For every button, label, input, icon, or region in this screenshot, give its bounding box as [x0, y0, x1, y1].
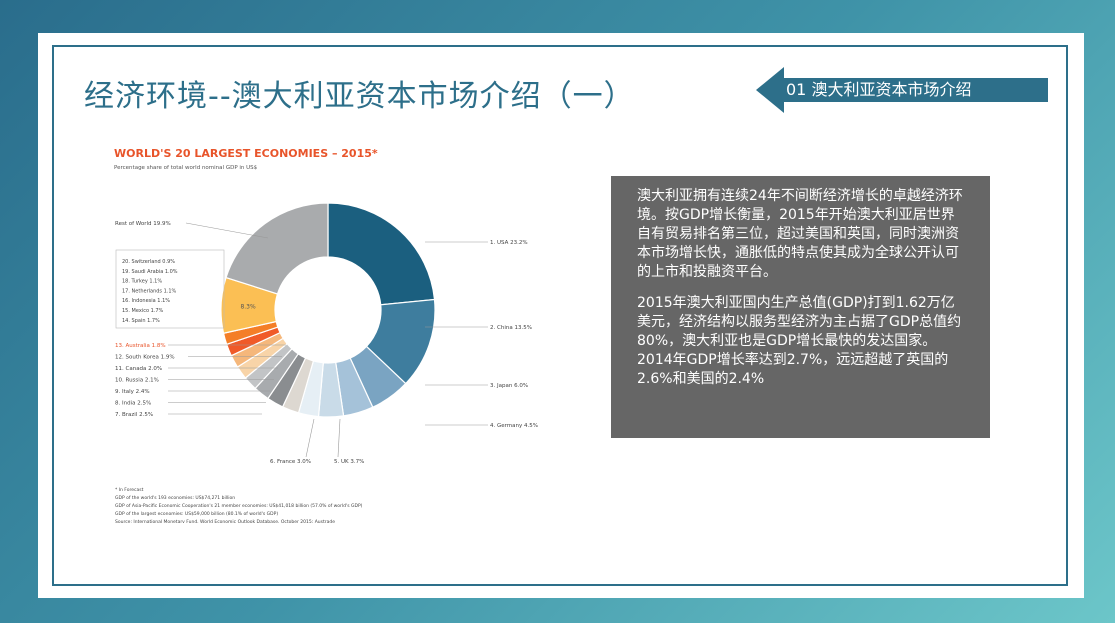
footnote-line: GDP of the world's 193 economies: US$74,…: [115, 495, 235, 501]
page-title: 经济环境--澳大利亚资本市场介绍（一）: [84, 79, 635, 114]
section-tag: 01 澳大利亚资本市场介绍: [756, 67, 1048, 113]
leader-line-france: [305, 418, 315, 458]
left-label: 10. Russia 2.1%: [115, 378, 159, 384]
right-label: 2. China 13.5%: [490, 325, 532, 331]
chart-title: WORLD'S 20 LARGEST ECONOMIES – 2015*: [114, 147, 378, 160]
small-economy-label: 19. Saudi Arabia 1.0%: [122, 269, 178, 275]
right-label: 1. USA 23.2%: [490, 240, 528, 246]
rest-of-world-label: Rest of World 19.9%: [115, 221, 171, 227]
left-label: 13. Australia 1.8%: [115, 343, 166, 349]
summary-box: 澳大利亚拥有连续24年不间断经济增长的卓越经济环境。按GDP增长衡量，2015年…: [611, 176, 990, 438]
slice-1-usa: [327, 202, 436, 306]
bottom-label-uk: 5. UK 3.7%: [334, 459, 364, 465]
left-label: 12. South Korea 1.9%: [115, 355, 175, 361]
small-economy-label: 20. Switzerland 0.9%: [122, 259, 175, 265]
left-label: 9. Italy 2.4%: [115, 389, 150, 395]
left-label: 11. Canada 2.0%: [115, 366, 162, 372]
footnote-line: * In Forecast: [115, 487, 144, 493]
section-tag-label: 01 澳大利亚资本市场介绍: [780, 78, 1048, 102]
left-label: 8. India 2.5%: [115, 401, 151, 407]
right-label: 4. Germany 4.5%: [490, 423, 538, 429]
small-economy-label: 16. Indonesia 1.1%: [122, 298, 170, 304]
small-economy-label: 17. Netherlands 1.1%: [122, 288, 177, 294]
slide: 经济环境--澳大利亚资本市场介绍（一） 01 澳大利亚资本市场介绍 WORLD'…: [38, 33, 1084, 598]
slice-rest-of-world: [225, 202, 329, 295]
bottom-label-france: 6. France 3.0%: [270, 459, 311, 465]
chart-subtitle: Percentage share of total world nominal …: [114, 165, 258, 171]
summary-paragraph-1: 澳大利亚拥有连续24年不间断经济增长的卓越经济环境。按GDP增长衡量，2015年…: [637, 188, 963, 280]
right-label: 3. Japan 6.0%: [490, 383, 528, 389]
left-label: 7. Brazil 2.5%: [115, 412, 153, 418]
slice-value-label: 8.3%: [240, 303, 256, 310]
leader-line-uk: [337, 418, 341, 458]
summary-paragraph-2: 2015年澳大利亚国内生产总值(GDP)打到1.62万亿美元，经济结构以服务型经…: [637, 295, 962, 387]
small-economy-label: 18. Turkey 1.1%: [122, 279, 162, 285]
footnote-line: GDP of Asia-Pacific Economic Cooperation…: [115, 503, 363, 509]
footnote-line: GDP of the largest economies: US$59,000 …: [115, 511, 278, 517]
small-economy-label: 14. Spain 1.7%: [122, 318, 160, 324]
footnote-line: Source: International Monetary Fund, Wor…: [115, 519, 335, 523]
small-economy-label: 15. Mexico 1.7%: [122, 308, 164, 314]
gdp-donut-chart: WORLD'S 20 LARGEST ECONOMIES – 2015* Per…: [114, 147, 538, 523]
